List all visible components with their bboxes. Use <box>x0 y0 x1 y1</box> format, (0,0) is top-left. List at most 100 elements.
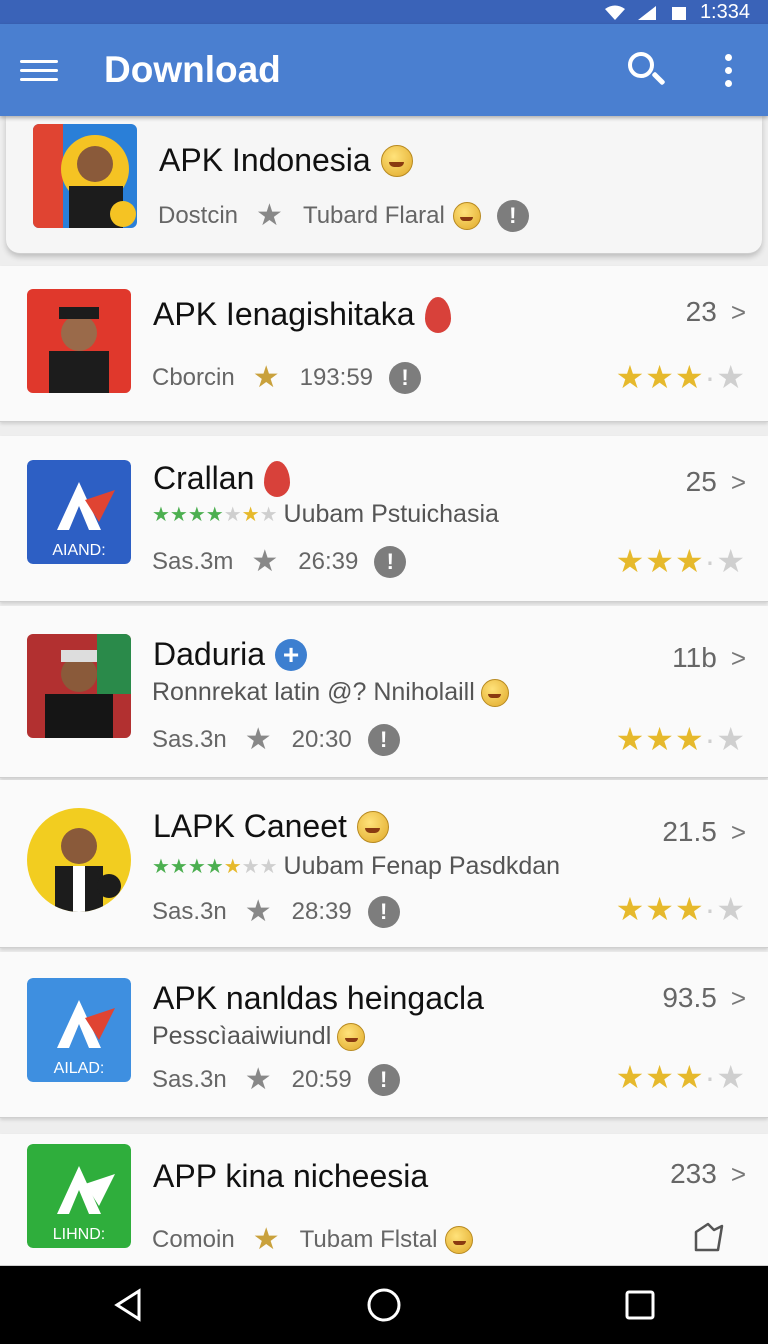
app-title: APK Ienagishitaka <box>153 296 415 332</box>
app-publisher: Sas.3m <box>152 547 234 575</box>
app-publisher: Sas.3n <box>152 725 227 753</box>
emoji-icon <box>380 144 413 177</box>
app-publisher: Sas.3n <box>152 1065 227 1093</box>
app-thumbnail <box>33 124 137 228</box>
app-thumbnail <box>27 634 131 738</box>
app-publisher: Comoin <box>152 1225 235 1253</box>
more-options-button[interactable] <box>718 50 738 90</box>
app-meta: 20:59 <box>291 1065 352 1093</box>
star-icon: ★ <box>244 1063 272 1096</box>
app-title: Daduria <box>153 636 266 672</box>
app-meta: 193:59 <box>299 363 374 391</box>
star-icon: ★ <box>244 895 272 928</box>
app-count: 93.5 <box>662 982 717 1013</box>
app-meta: Tubard Flaral <box>302 201 445 229</box>
wifi-icon <box>604 4 626 20</box>
chevron-right-icon[interactable]: > <box>731 983 746 1014</box>
share-icon[interactable] <box>692 1220 726 1254</box>
list-item[interactable]: APK Ienagishitaka Cborcin ★ 193:59 ! 23 … <box>0 266 768 422</box>
mini-rating: ★★★★★★★ <box>152 856 278 878</box>
star-icon: ★ <box>256 199 283 232</box>
app-count: 11b <box>672 642 717 673</box>
download-icon[interactable]: ! <box>374 545 407 578</box>
download-icon[interactable]: ! <box>389 361 422 394</box>
recents-button[interactable] <box>610 1275 670 1335</box>
emoji-icon <box>337 1022 366 1051</box>
star-rating: ★★★·★ <box>615 1059 746 1095</box>
star-rating: ★★★·★ <box>615 891 746 927</box>
download-icon[interactable]: ! <box>367 723 400 756</box>
list-item[interactable]: Daduria + Ronnrekat latin @? Nniholaill … <box>0 606 768 778</box>
star-icon: ★ <box>251 545 279 578</box>
app-meta: Tubam Flstal <box>299 1225 438 1253</box>
download-icon[interactable]: ! <box>496 199 529 232</box>
status-bar: 1:334 <box>0 0 768 24</box>
star-rating: ★★★·★ <box>615 543 746 579</box>
star-rating: ★★★·★ <box>615 721 746 757</box>
back-button[interactable] <box>98 1275 158 1335</box>
status-time: 1:334 <box>699 0 750 23</box>
download-icon[interactable]: ! <box>367 1063 400 1096</box>
search-icon <box>628 52 654 78</box>
list-item[interactable]: AIAND: Crallan ★★★★★★★ Uubam Pstuichasia… <box>0 436 768 602</box>
emoji-icon <box>445 1225 474 1254</box>
emoji-icon <box>480 678 509 707</box>
star-icon: ★ <box>252 361 280 394</box>
app-publisher: Cborcin <box>152 363 235 391</box>
app-subtitle: Ronnrekat latin @? Nniholaill <box>152 678 475 706</box>
app-title: Crallan <box>153 460 255 496</box>
app-title: APK Indonesia <box>159 142 371 178</box>
star-rating: ★★★·★ <box>615 359 746 395</box>
list-item[interactable]: LIHND: APP kina nicheesia Comoin ★ Tubam… <box>0 1134 768 1266</box>
more-vert-icon <box>724 53 732 61</box>
app-count: 23 <box>685 296 717 327</box>
recents-icon <box>625 1290 655 1320</box>
chevron-right-icon[interactable]: > <box>731 467 746 498</box>
app-meta: 20:30 <box>291 725 352 753</box>
app-meta: 28:39 <box>291 897 352 925</box>
home-button[interactable] <box>354 1275 414 1335</box>
emoji-icon <box>452 201 481 230</box>
emoji-icon <box>356 810 389 843</box>
app-thumbnail <box>27 289 131 393</box>
app-publisher: Dostcin <box>158 201 239 229</box>
list-item[interactable]: LAPK Caneet ★★★★★★★ Uubam Fenap Pasdkdan… <box>0 780 768 948</box>
app-thumbnail: LIHND: <box>27 1144 131 1248</box>
download-icon[interactable]: ! <box>367 895 400 928</box>
app-count: 233 <box>670 1158 717 1189</box>
search-button[interactable] <box>624 48 668 92</box>
flame-icon <box>264 460 291 497</box>
app-count: 21.5 <box>662 816 717 847</box>
app-title: APK nanldas heingacla <box>153 980 484 1016</box>
app-thumbnail: AILAD: <box>27 978 131 1082</box>
chevron-right-icon[interactable]: > <box>731 643 746 674</box>
star-icon: ★ <box>252 1223 280 1256</box>
app-subtitle: Uubam Fenap Pasdkdan <box>283 852 561 880</box>
list-item[interactable]: AILAD: APK nanldas heingacla Pesscìaaiwi… <box>0 952 768 1118</box>
svg-text:LIHND:: LIHND: <box>53 1226 105 1243</box>
mini-rating: ★★★★★★★ <box>152 504 278 526</box>
app-subtitle: Uubam Pstuichasia <box>283 500 499 528</box>
app-bar: Download <box>0 24 768 116</box>
flame-icon <box>424 296 451 333</box>
app-thumbnail: AIAND: <box>27 460 131 564</box>
svg-text:AILAD:: AILAD: <box>54 1060 105 1077</box>
svg-text:AIAND:: AIAND: <box>52 542 105 559</box>
back-icon <box>114 1288 141 1322</box>
signal-icon <box>636 4 658 20</box>
app-count: 25 <box>685 466 717 497</box>
star-icon: ★ <box>244 723 272 756</box>
chevron-right-icon[interactable]: > <box>731 297 746 328</box>
app-subtitle: Pesscìaaiwiundl <box>152 1022 332 1050</box>
app-meta: 26:39 <box>298 547 359 575</box>
app-title: LAPK Caneet <box>153 808 347 844</box>
hamburger-icon <box>20 59 58 63</box>
navigation-bar <box>0 1266 768 1344</box>
menu-button[interactable] <box>20 50 60 90</box>
chevron-right-icon[interactable]: > <box>731 1159 746 1190</box>
app-title: APP kina nicheesia <box>153 1158 429 1194</box>
chevron-right-icon[interactable]: > <box>731 817 746 848</box>
app-thumbnail <box>27 808 131 912</box>
home-icon <box>367 1288 401 1322</box>
list-item[interactable]: APK Indonesia Dostcin ★ Tubard Flaral ! <box>6 116 762 254</box>
